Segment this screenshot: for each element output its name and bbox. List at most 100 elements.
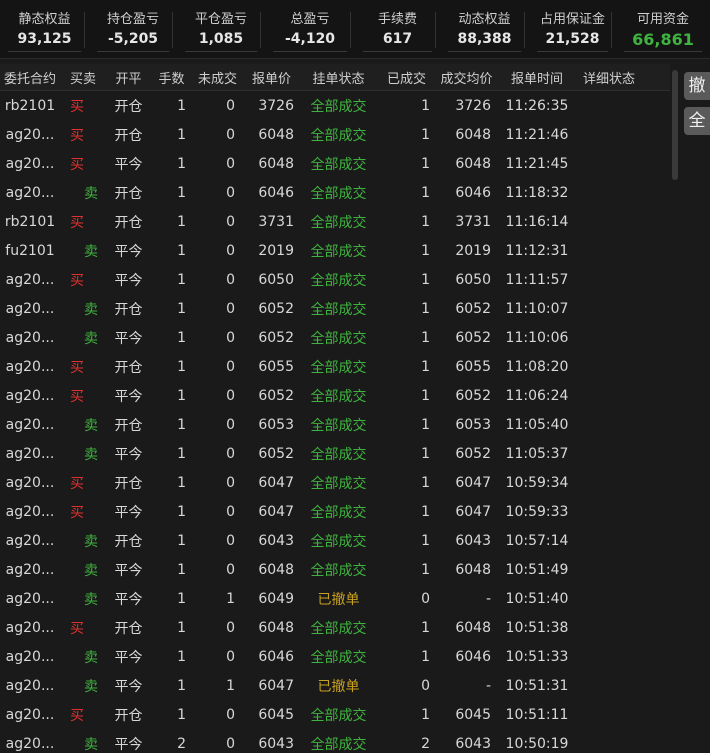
summary-underline — [8, 51, 81, 52]
cell-open-close: 平今 — [114, 736, 143, 753]
cell-unfilled: 0 — [226, 503, 235, 520]
table-row[interactable]: rb2101 买 开仓 1 0 3731 全部成交 1 3731 11:16:14 — [0, 207, 676, 236]
table-row[interactable]: ag20... 买 开仓 1 0 6048 全部成交 1 6048 10:51:38 — [0, 613, 676, 642]
table-row[interactable]: ag20... 卖开仓 1 0 6052 全部成交 1 6052 11:10:07 — [0, 294, 676, 323]
cell-order-price: 6052 — [258, 445, 294, 462]
cell-contract: ag20... — [5, 126, 55, 143]
summary-margin-used: 占用保证金 21,528 — [529, 0, 616, 58]
cancel-all-button[interactable]: 全 — [684, 107, 710, 135]
cell-open-close: 平今 — [114, 388, 143, 405]
summary-label: 总盈亏 — [290, 12, 330, 27]
cell-order-price: 6047 — [258, 677, 294, 694]
cell-avg-fill-price: 6047 — [455, 503, 491, 520]
summary-divider — [435, 12, 436, 48]
summary-divider — [172, 12, 173, 48]
table-row[interactable]: ag20... 卖平今 1 0 6052 全部成交 1 6052 11:05:37 — [0, 439, 676, 468]
cell-quantity: 1 — [177, 213, 186, 230]
table-row[interactable]: rb2101 买 开仓 1 0 3726 全部成交 1 3726 11:26:35 — [0, 91, 676, 120]
column-header-detail-status[interactable]: 详细状态 — [577, 68, 649, 87]
cell-order-time: 10:59:34 — [505, 474, 569, 491]
table-row[interactable]: ag20... 卖开仓 1 0 6046 全部成交 1 6046 11:18:32 — [0, 178, 676, 207]
cell-quantity: 1 — [177, 532, 186, 549]
column-header-contract[interactable]: 委托合约 — [0, 68, 60, 87]
cell-order-price: 6048 — [258, 155, 294, 172]
table-row[interactable]: ag20... 卖平今 2 0 6043 全部成交 2 6043 10:50:19 — [0, 729, 676, 753]
cell-unfilled: 0 — [226, 242, 235, 259]
cell-unfilled: 0 — [226, 619, 235, 636]
table-row[interactable]: ag20... 卖平今 1 1 6049 已撤单 0 -10:51:40 — [0, 584, 676, 613]
cell-side: 买 — [70, 214, 84, 231]
table-body: rb2101 买开仓 1 0 3726 全部成交 1 3726 11:26:35 ag20... 买… — [0, 91, 676, 753]
cell-unfilled: 0 — [226, 532, 235, 549]
table-row[interactable]: ag20... 买 开仓 1 0 6047 全部成交 1 6047 10:59:34 — [0, 468, 676, 497]
cell-order-price: 6047 — [258, 503, 294, 520]
column-header-avg-fill-price[interactable]: 成交均价 — [436, 68, 497, 87]
column-header-open-close[interactable]: 开平 — [106, 68, 151, 87]
orders-table: 委托合约 买卖 开平 手数 未成交 报单价 挂单状态 已成交 成交均价 报单时间 详细状态 rb21… — [0, 64, 676, 753]
cell-contract: ag20... — [5, 590, 55, 607]
column-header-side[interactable]: 买卖 — [60, 68, 106, 87]
summary-divider — [524, 12, 525, 48]
cell-side: 卖 — [84, 533, 98, 550]
cell-unfilled: 0 — [226, 358, 235, 375]
cell-unfilled: 1 — [226, 677, 235, 694]
scrollbar-thumb[interactable] — [672, 70, 678, 180]
cell-quantity: 1 — [177, 242, 186, 259]
table-row[interactable]: ag20... 卖平今 1 1 6047 已撤单 0 -10:51:31 — [0, 671, 676, 700]
table-row[interactable]: ag20... 买 开仓 1 0 6055 全部成交 1 6055 11:08:20 — [0, 352, 676, 381]
column-header-order-price[interactable]: 报单价 — [243, 68, 300, 87]
table-row[interactable]: fu2101 卖平今 1 0 2019 全部成交 1 2019 11:12:31 — [0, 236, 676, 265]
column-header-quantity[interactable]: 手数 — [151, 68, 192, 87]
table-row[interactable]: ag20... 卖平今 1 0 6048 全部成交 1 6048 10:51:49 — [0, 555, 676, 584]
cell-filled: 0 — [421, 590, 430, 607]
summary-value: -5,205 — [107, 31, 159, 47]
cell-side: 卖 — [84, 330, 98, 347]
cell-avg-fill-price: 6055 — [455, 358, 491, 375]
cell-order-status: 全部成交 — [310, 330, 367, 347]
cell-contract: ag20... — [5, 387, 55, 404]
cell-quantity: 1 — [177, 97, 186, 114]
column-header-filled[interactable]: 已成交 — [377, 68, 436, 87]
column-header-unfilled[interactable]: 未成交 — [192, 68, 243, 87]
cell-side: 买 — [70, 127, 84, 144]
column-header-order-time[interactable]: 报单时间 — [497, 68, 577, 87]
summary-dynamic-equity: 动态权益 88,388 — [440, 0, 529, 58]
cell-side: 买 — [70, 98, 84, 115]
cell-side: 买 — [70, 359, 84, 376]
cell-avg-fill-price: 6048 — [455, 126, 491, 143]
cell-unfilled: 0 — [226, 387, 235, 404]
table-row[interactable]: ag20... 卖开仓 1 0 6053 全部成交 1 6053 11:05:40 — [0, 410, 676, 439]
table-row[interactable]: ag20... 买 平今 1 0 6048 全部成交 1 6048 11:21:45 — [0, 149, 676, 178]
table-row[interactable]: ag20... 买 开仓 1 0 6045 全部成交 1 6045 10:51:11 — [0, 700, 676, 729]
cell-unfilled: 1 — [226, 590, 235, 607]
cell-filled: 1 — [421, 619, 430, 636]
table-row[interactable]: ag20... 卖开仓 1 0 6043 全部成交 1 6043 10:57:14 — [0, 526, 676, 555]
cell-order-status: 全部成交 — [310, 475, 367, 492]
table-row[interactable]: ag20... 卖平今 1 0 6052 全部成交 1 6052 11:10:06 — [0, 323, 676, 352]
cell-quantity: 1 — [177, 416, 186, 433]
cell-quantity: 1 — [177, 561, 186, 578]
cell-contract: ag20... — [5, 300, 55, 317]
cell-order-status: 全部成交 — [310, 98, 367, 115]
table-row[interactable]: ag20... 买 平今 1 0 6050 全部成交 1 6050 11:11:57 — [0, 265, 676, 294]
cancel-order-button[interactable]: 撤 — [684, 72, 710, 100]
table-row[interactable]: ag20... 卖平今 1 0 6046 全部成交 1 6046 10:51:33 — [0, 642, 676, 671]
cell-quantity: 1 — [177, 474, 186, 491]
cell-unfilled: 0 — [226, 213, 235, 230]
cell-unfilled: 0 — [226, 474, 235, 491]
table-row[interactable]: ag20... 买 平今 1 0 6052 全部成交 1 6052 11:06:24 — [0, 381, 676, 410]
summary-closed-pnl: 平仓盈亏 1,085 — [177, 0, 265, 58]
table-row[interactable]: ag20... 买 平今 1 0 6047 全部成交 1 6047 10:59:33 — [0, 497, 676, 526]
cell-side: 卖 — [84, 185, 98, 202]
cell-filled: 1 — [421, 329, 430, 346]
cell-quantity: 1 — [177, 358, 186, 375]
column-header-order-status[interactable]: 挂单状态 — [300, 68, 377, 87]
summary-value: 93,125 — [17, 31, 72, 47]
summary-underline — [97, 51, 169, 52]
cell-quantity: 1 — [177, 648, 186, 665]
cell-avg-fill-price: 6047 — [455, 474, 491, 491]
cell-order-time: 11:16:14 — [505, 213, 569, 230]
cell-filled: 1 — [421, 474, 430, 491]
cell-order-time: 10:50:19 — [505, 735, 569, 752]
table-row[interactable]: ag20... 买 开仓 1 0 6048 全部成交 1 6048 11:21:46 — [0, 120, 676, 149]
